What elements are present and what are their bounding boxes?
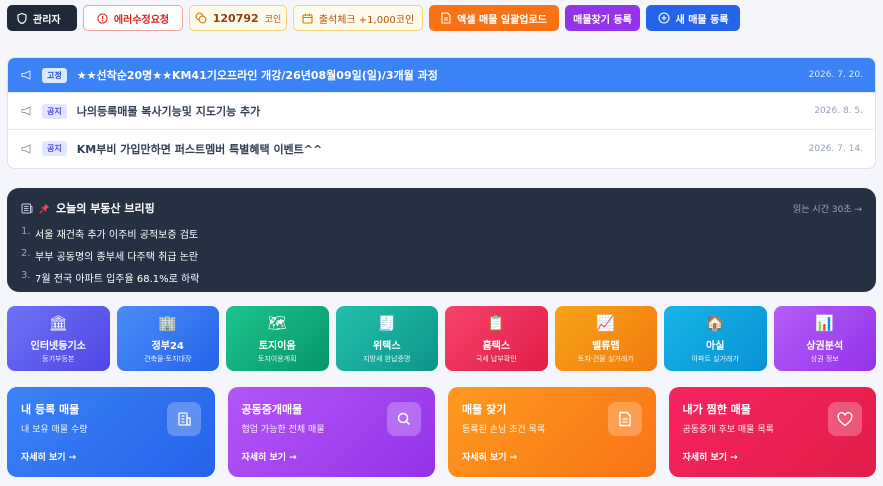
tile-internet-registry[interactable]: 🏛 인터넷등기소 등기부등본 <box>7 306 110 371</box>
megaphone-icon <box>20 106 34 116</box>
tile-sub: 토지이용계획 <box>257 354 297 363</box>
tile-sub: 등기부등본 <box>42 354 75 363</box>
tile-name: 위택스 <box>372 340 401 352</box>
notice-date: 2026. 7. 14. <box>808 143 863 154</box>
card-my-listings[interactable]: 내 등록 매물 내 보유 매물 수량 자세히 보기 → <box>7 387 215 477</box>
briefing-item[interactable]: 1. 서울 재건축 추가 이주비 공적보증 검토 <box>21 226 862 241</box>
tile-gov24[interactable]: 🏢 정부24 건축물·토지대장 <box>116 306 219 371</box>
admin-label: 관리자 <box>33 14 61 26</box>
new-label: 새 매물 등록 <box>675 14 729 26</box>
notice-row[interactable]: 공지 KM부비 가입만하면 퍼스트멤버 특별혜택 이벤트^^ 2026. 7. … <box>8 130 875 167</box>
shortcut-tiles: 🏛 인터넷등기소 등기부등본 🏢 정부24 건축물·토지대장 🗺 토지이음 토지… <box>7 306 876 371</box>
megaphone-icon <box>20 143 34 154</box>
notice-title: KM부비 가입만하면 퍼스트멤버 특별혜택 이벤트^^ <box>76 142 323 156</box>
notice-board: 고정 ★★선착순20명★★KM41기오프라인 개강/26년08월09일(일)/3… <box>7 57 876 169</box>
tile-name: 인터넷등기소 <box>30 340 86 352</box>
tile-name: 상권분석 <box>806 340 844 352</box>
card-more-link[interactable]: 자세히 보기 → <box>683 450 738 463</box>
notice-title: 나의등록매물 복사기능및 지도기능 추가 <box>76 105 261 118</box>
building-icon: 🏢 <box>158 313 178 332</box>
coin-amount: 120792 <box>212 11 259 25</box>
alert-icon <box>97 12 108 24</box>
briefing-item-text: 서울 재건축 추가 이주비 공적보증 검토 <box>35 230 199 241</box>
tile-asil[interactable]: 🏠 아실 아파트 실거래가 <box>664 306 767 371</box>
file-icon <box>441 12 451 24</box>
card-more-link[interactable]: 자세히 보기 → <box>242 450 297 463</box>
calendar-icon <box>302 13 313 24</box>
tile-land-eum[interactable]: 🗺 토지이음 토지이용계획 <box>226 306 329 371</box>
map-icon: 🗺 <box>267 313 287 332</box>
notice-date: 2026. 7. 20. <box>808 70 863 80</box>
tile-name: 밸류맵 <box>591 340 620 352</box>
shield-icon <box>17 12 27 24</box>
tile-name: 토지이음 <box>258 340 296 352</box>
tile-sub: 국세 납부확인 <box>475 354 517 363</box>
card-joint-brokerage[interactable]: 공동중개매물 협업 가능한 전체 매물 자세히 보기 → <box>227 387 435 477</box>
briefing-list: 1. 서울 재건축 추가 이주비 공적보증 검토 2. 부부 공동명의 종부세 다주… <box>21 226 862 285</box>
notice-tag: 고정 <box>42 67 67 83</box>
briefing-item-text: 7월 전국 아파트 입주율 68.1%로 하락 <box>35 274 200 285</box>
coin-balance[interactable]: 120792 코인 <box>189 5 287 31</box>
new-listing-button[interactable]: 새 매물 등록 <box>646 5 740 31</box>
tile-commercial-analysis[interactable]: 📊 상권분석 상권 정보 <box>773 306 876 371</box>
find-label: 매물찾기 등록 <box>573 14 632 26</box>
attendance-button[interactable]: 출석체크 +1,000코인 <box>293 5 423 31</box>
building-icon <box>166 402 201 436</box>
card-more-link[interactable]: 자세히 보기 → <box>462 450 517 463</box>
briefing-item[interactable]: 2. 부부 공동명의 종부세 다주택 취급 논란 <box>21 248 862 263</box>
chart-line-icon: 📈 <box>596 313 616 332</box>
briefing-panel: 오늘의 부동산 브리핑 읽는 시간 30초 → 1. 서울 재건축 추가 이주비 … <box>7 188 876 292</box>
pushpin-icon <box>39 203 50 214</box>
plus-circle-icon <box>657 12 670 24</box>
tile-sub: 토지·건물 실거래가 <box>577 354 634 363</box>
excel-label: 엑셀 매물 일괄업로드 <box>457 14 547 26</box>
tile-sub: 지방세 완납증명 <box>363 354 411 363</box>
excel-upload-button[interactable]: 엑셀 매물 일괄업로드 <box>429 5 559 31</box>
tile-sub: 건축물·토지대장 <box>144 354 192 363</box>
bank-icon: 🏛 <box>48 313 68 332</box>
coins-icon <box>195 12 207 24</box>
feature-cards: 내 등록 매물 내 보유 매물 수량 자세히 보기 → 공동중개매물 협업 가능… <box>7 387 876 477</box>
heart-icon <box>828 402 862 436</box>
error-label: 에러수정요청 <box>113 14 170 26</box>
admin-button[interactable]: 관리자 <box>7 5 77 31</box>
top-toolbar: 관리자 에러수정요청 120792 코인 출석체크 +1,000코인 엑셀 매물… <box>7 5 740 31</box>
house-icon: 🏠 <box>705 313 725 332</box>
attendance-label: 출석체크 +1,000코인 <box>318 14 415 26</box>
tile-name: 홈택스 <box>482 340 511 352</box>
tile-hometax[interactable]: 📋 홈택스 국세 납부확인 <box>445 306 548 371</box>
notice-tag: 공지 <box>42 141 67 156</box>
document-icon <box>607 402 642 436</box>
notice-row-pinned[interactable]: 고정 ★★선착순20명★★KM41기오프라인 개강/26년08월09일(일)/3… <box>8 58 875 93</box>
newspaper-icon <box>21 203 33 214</box>
clipboard-icon: 📋 <box>486 313 506 332</box>
megaphone-icon <box>20 70 34 80</box>
receipt-icon: 🧾 <box>377 313 397 332</box>
tile-sub: 상권 정보 <box>810 354 839 363</box>
card-my-favorites[interactable]: 내가 찜한 매물 공동중개 후보 매물 목록 자세히 보기 → <box>668 387 876 477</box>
notice-row[interactable]: 공지 나의등록매물 복사기능및 지도기능 추가 2026. 8. 5. <box>8 93 875 130</box>
search-icon <box>387 402 421 436</box>
coin-unit: 코인 <box>264 14 282 25</box>
briefing-item-text: 부부 공동명의 종부세 다주택 취급 논란 <box>35 252 199 263</box>
bar-chart-icon: 📊 <box>815 313 835 332</box>
find-register-button[interactable]: 매물찾기 등록 <box>565 5 640 31</box>
notice-title: ★★선착순20명★★KM41기오프라인 개강/26년08월09일(일)/3개월 … <box>76 69 438 82</box>
tile-sub: 아파트 실거래가 <box>691 354 739 363</box>
briefing-item[interactable]: 3. 7월 전국 아파트 입주율 68.1%로 하락 <box>21 270 862 285</box>
notice-date: 2026. 8. 5. <box>814 106 863 116</box>
tile-valuemap[interactable]: 📈 밸류맵 토지·건물 실거래가 <box>554 306 657 371</box>
read-time-link[interactable]: 읽는 시간 30초 → <box>793 202 862 215</box>
card-find-listing[interactable]: 매물 찾기 등록된 손님 조건 목록 자세히 보기 → <box>448 387 656 477</box>
tile-wetax[interactable]: 🧾 위택스 지방세 완납증명 <box>335 306 438 371</box>
notice-tag: 공지 <box>42 103 67 119</box>
tile-name: 아실 <box>706 340 725 352</box>
tile-name: 정부24 <box>151 340 184 352</box>
card-more-link[interactable]: 자세히 보기 → <box>21 450 76 463</box>
briefing-title: 오늘의 부동산 브리핑 <box>56 202 155 215</box>
error-report-button[interactable]: 에러수정요청 <box>83 5 183 31</box>
